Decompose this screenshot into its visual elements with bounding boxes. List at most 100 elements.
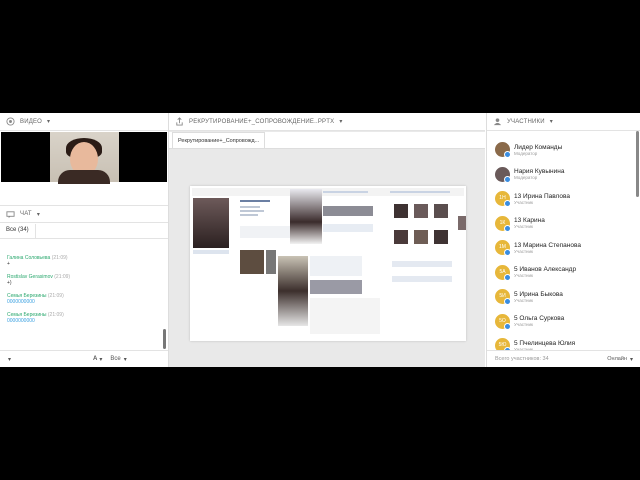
photo-strip xyxy=(323,206,373,216)
message-time: (21:09) xyxy=(51,255,68,261)
chat-filter-select[interactable]: Все xyxy=(110,356,120,362)
status-dot-icon xyxy=(504,322,511,330)
participants-total: Всего участников: 34 xyxy=(495,356,549,362)
avatar: 1К xyxy=(495,215,511,232)
chevron-down-icon: ▾ xyxy=(549,119,553,125)
status-dot-icon xyxy=(504,249,511,256)
chevron-down-icon[interactable]: ▾ xyxy=(99,356,102,363)
friend-photo xyxy=(414,230,428,244)
participant-info: 13 Марина Степанова Участник xyxy=(510,242,581,254)
video-header[interactable]: ВИДЕО ▾ xyxy=(0,113,168,131)
participants-scrollbar[interactable] xyxy=(636,131,639,197)
message-time: (21:09) xyxy=(47,312,64,318)
slide-block xyxy=(310,256,362,276)
chat-message: Галина Соловьева (21:09) + xyxy=(7,255,157,267)
profile-photo xyxy=(193,198,229,248)
participant-row[interactable]: 1М 13 Марина Степанова Участник xyxy=(487,235,640,260)
avatar xyxy=(495,166,511,183)
chevron-down-icon[interactable]: ▾ xyxy=(8,356,11,363)
participant-info: 5 Ольга Суркова Участник xyxy=(510,315,564,327)
left-panel: ВИДЕО ▾ ЧАТ ▾ Все (34) Галина Соловьева … xyxy=(0,113,169,367)
participant-name: 5 Ольга Суркова xyxy=(514,315,565,322)
photo-strip xyxy=(310,280,362,294)
slide-block xyxy=(392,276,452,282)
participant-name: 5 Иванов Александр xyxy=(514,266,577,273)
chevron-down-icon: ▾ xyxy=(47,119,51,125)
participants-header[interactable]: УЧАСТНИКИ ▾ xyxy=(487,113,640,131)
video-camera-icon xyxy=(6,117,15,126)
webinar-app: ВИДЕО ▾ ЧАТ ▾ Все (34) Галина Соловьева … xyxy=(0,113,640,367)
participant-role: Участник xyxy=(514,224,533,229)
participant-name: 13 Ирина Павлова xyxy=(514,192,571,200)
participant-row[interactable]: 5О 5 Ольга Суркова Участник xyxy=(487,309,640,334)
friend-photo xyxy=(394,204,408,218)
chat-footer: ▾ A ▾ Все ▾ xyxy=(0,350,168,367)
participant-name: 13 Марина Степанова xyxy=(514,241,581,249)
slide-line xyxy=(240,210,264,212)
tab-document[interactable]: Рекрутирование+_Сопровожд... xyxy=(172,132,265,148)
message-text: 0000000000 xyxy=(7,318,35,324)
participant-info: 5 Иванов Александр Участник xyxy=(510,266,576,278)
slide-block xyxy=(310,298,380,334)
video-title: ВИДЕО xyxy=(20,118,43,125)
message-text: + xyxy=(7,261,10,267)
presentation-panel: РЕКРУТИРОВАНИЕ+_СОПРОВОЖДЕНИЕ..PPTX ▾ Ре… xyxy=(169,113,485,367)
message-time: (21:09) xyxy=(54,274,71,280)
chevron-down-icon[interactable]: ▾ xyxy=(630,356,633,363)
message-text: +) xyxy=(7,280,12,286)
chat-tabbar: Все (34) xyxy=(0,224,168,239)
friend-photo xyxy=(414,204,428,218)
participant-role: Участник xyxy=(514,297,533,303)
slide-line xyxy=(323,191,368,193)
friend-photo xyxy=(394,230,408,244)
slide-block xyxy=(323,224,373,232)
upload-icon xyxy=(176,117,183,126)
participant-role: Модератор xyxy=(514,150,538,156)
participant-role: Участник xyxy=(514,322,533,327)
participant-name: 5 Ирина Быкова xyxy=(514,290,563,298)
status-dot-icon xyxy=(504,224,511,232)
photo xyxy=(266,250,276,274)
participant-info: 5 Ирина Быкова Участник xyxy=(510,291,563,303)
participant-row[interactable]: 1Н 13 Ирина Павлова Участник xyxy=(487,186,640,211)
participants-panel: УЧАСТНИКИ ▾ Лидер Команды Модератор Нария … xyxy=(486,113,640,367)
tab-chat-all[interactable]: Все (34) xyxy=(0,224,36,238)
status-select[interactable]: Онлайн xyxy=(607,356,627,362)
participant-row[interactable]: Лидер Команды Модератор xyxy=(487,137,640,162)
participant-info: 13 Ирина Павлова Участник xyxy=(510,193,570,205)
status-dot-icon xyxy=(504,298,511,305)
chat-message: Rostislav Gerasimov (21:09) +) xyxy=(7,274,157,286)
presentation-header[interactable]: РЕКРУТИРОВАНИЕ+_СОПРОВОЖДЕНИЕ..PPTX ▾ xyxy=(169,113,485,131)
participant-row[interactable]: Нария Кувынина Модератор xyxy=(487,162,640,187)
avatar: 5О xyxy=(495,313,511,330)
avatar xyxy=(495,142,511,158)
participant-role: Участник xyxy=(514,248,533,254)
participant-row[interactable]: 1К 13 Карина Участник xyxy=(487,211,640,236)
photo xyxy=(290,189,322,244)
chat-title: ЧАТ xyxy=(20,211,32,217)
friend-photo xyxy=(434,230,448,244)
chevron-down-icon[interactable]: ▾ xyxy=(124,356,127,363)
chat-scrollbar[interactable] xyxy=(163,329,166,349)
participant-role: Участник xyxy=(514,273,533,278)
avatar: 5И xyxy=(495,289,511,305)
chat-message: Семья Березины (21:09) 0000000000 xyxy=(7,312,157,324)
participant-row[interactable]: 5А 5 Иванов Александр Участник xyxy=(487,260,640,285)
avatar: 5А xyxy=(495,264,511,281)
message-text: 0000000000 xyxy=(7,299,35,305)
participant-info: 13 Карина Участник xyxy=(510,217,545,229)
chat-icon xyxy=(6,210,15,218)
participants-footer: Всего участников: 34 Онлайн ▾ xyxy=(487,350,640,367)
participant-row[interactable]: 5И 5 Ирина Быкова Участник xyxy=(487,284,640,309)
avatar-initials: 1К xyxy=(499,219,506,226)
participant-info: Нария Кувынина Модератор xyxy=(510,168,564,180)
chevron-down-icon: ▾ xyxy=(339,119,343,125)
slide-line xyxy=(240,200,270,202)
participant-name: 13 Карина xyxy=(514,217,545,224)
presenter-video xyxy=(50,132,119,184)
video-feed[interactable] xyxy=(1,132,167,184)
slide-line xyxy=(240,214,258,216)
font-size-icon[interactable]: A xyxy=(93,356,97,362)
chat-header[interactable]: ЧАТ ▾ xyxy=(0,205,168,223)
message-time: (21:09) xyxy=(47,293,64,299)
